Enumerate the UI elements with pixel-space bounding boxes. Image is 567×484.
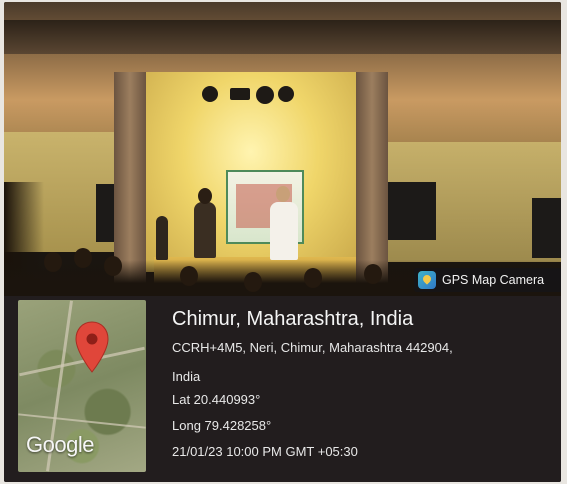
stage-light	[230, 88, 250, 100]
audience-head	[74, 248, 92, 268]
app-watermark-badge: GPS Map Camera	[414, 268, 561, 292]
stage-light	[202, 86, 218, 102]
timestamp: 21/01/23 10:00 PM GMT +05:30	[172, 444, 358, 459]
audience-head	[104, 256, 122, 276]
audience-head	[180, 266, 198, 286]
window	[388, 182, 436, 240]
performer-head	[276, 186, 290, 202]
pillar	[356, 72, 388, 292]
stage-light	[278, 86, 294, 102]
map-pin-icon	[75, 321, 109, 373]
performer-head	[198, 188, 212, 204]
location-title: Chimur, Maharashtra, India	[172, 308, 414, 330]
longitude: Long 79.428258°	[172, 418, 272, 433]
audience-head	[244, 272, 262, 292]
address-country: India	[172, 369, 201, 384]
audience-head	[304, 268, 322, 288]
stage-light	[256, 86, 274, 104]
ceiling-beam	[4, 20, 561, 54]
audience-member	[156, 216, 168, 260]
google-logo: Google	[26, 432, 94, 457]
latitude: Lat 20.440993°	[172, 392, 261, 407]
performer	[270, 202, 298, 260]
gps-map-camera-app-icon	[418, 271, 436, 289]
map-road	[18, 413, 146, 429]
window	[532, 198, 561, 258]
address-line: CCRH+4M5, Neri, Chimur, Maharashtra 4429…	[172, 340, 453, 355]
performer	[194, 202, 216, 258]
auditorium-scene	[4, 2, 561, 302]
photo: GPS Map Camera Google Chimur, Maharashtr…	[4, 2, 561, 482]
audience-head	[364, 264, 382, 284]
location-info-panel: Google Chimur, Maharashtra, India CCRH+4…	[4, 296, 561, 482]
app-name: GPS Map Camera	[442, 273, 545, 287]
audience-head	[44, 252, 62, 272]
map-thumbnail: Google	[18, 300, 146, 472]
